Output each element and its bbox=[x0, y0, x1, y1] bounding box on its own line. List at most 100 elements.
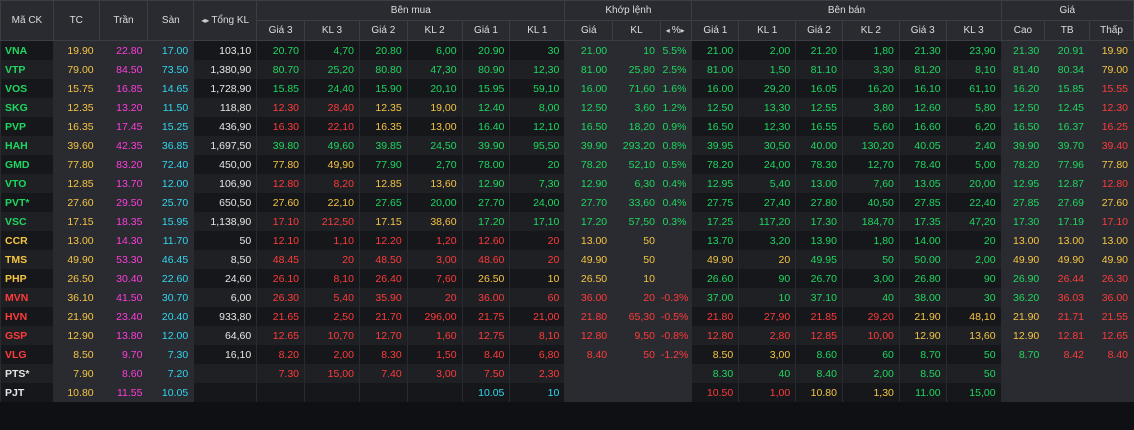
cell-sell-vol-3: 23,90 bbox=[945, 40, 1002, 60]
cell-buy-vol-3: 20 bbox=[304, 250, 360, 269]
col-buy-gia1[interactable]: Giá 1 bbox=[461, 20, 511, 41]
cell-symbol[interactable]: PVT* bbox=[0, 193, 54, 212]
cell-buy-vol-2: 24,50 bbox=[406, 136, 463, 155]
cell-tc: 12.35 bbox=[52, 98, 100, 117]
col-sell-kl1[interactable]: KL 1 bbox=[738, 20, 797, 41]
cell-high: 39.90 bbox=[1000, 136, 1046, 155]
cell-buy-price-1: 8.40 bbox=[461, 345, 511, 364]
cell-high: 49.90 bbox=[1000, 250, 1046, 269]
cell-match-vol: 18,20 bbox=[612, 117, 661, 136]
cell-tran: 17.45 bbox=[98, 117, 149, 136]
cell-symbol[interactable]: VTO bbox=[0, 174, 54, 193]
cell-sell-vol-2: 12,70 bbox=[841, 155, 900, 174]
cell-tc: 13.00 bbox=[52, 231, 100, 250]
table-row[interactable]: VNA 19.90 22.80 17.00 103,10 20.70 4,70 20.80 6,… bbox=[0, 40, 1134, 60]
table-row[interactable]: GSP 12.90 13.80 12.00 64,60 12.65 10,70 12.70 1,… bbox=[0, 326, 1134, 345]
cell-tran: 18.35 bbox=[98, 212, 149, 231]
cell-symbol[interactable]: VTP bbox=[0, 60, 54, 79]
pct-sort-icon-right[interactable]: ▸ bbox=[681, 26, 685, 35]
cell-symbol[interactable]: MVN bbox=[0, 288, 54, 307]
table-row[interactable]: HVN 21.90 23.40 20.40 933,80 21.65 2,50 21.70 29… bbox=[0, 307, 1134, 326]
cell-buy-price-2: 80.80 bbox=[358, 60, 408, 79]
col-cao[interactable]: Cao bbox=[1000, 20, 1046, 41]
cell-symbol[interactable]: TMS bbox=[0, 250, 54, 269]
cell-symbol[interactable]: PHP bbox=[0, 269, 54, 288]
table-row[interactable]: PTS* 7.90 8.60 7.20 7.30 15,00 7.40 3,00 7.50 2,3… bbox=[0, 364, 1134, 383]
col-thap[interactable]: Thấp bbox=[1089, 20, 1134, 41]
col-sell-kl2[interactable]: KL 2 bbox=[841, 20, 900, 41]
cell-symbol[interactable]: GMD bbox=[0, 155, 54, 174]
cell-symbol[interactable]: PVP bbox=[0, 117, 54, 136]
col-buy-gia3[interactable]: Giá 3 bbox=[256, 20, 306, 41]
pct-sort-icon[interactable]: ◂ bbox=[666, 26, 670, 35]
cell-low: 39.40 bbox=[1089, 136, 1134, 155]
cell-symbol[interactable]: CCR bbox=[0, 231, 54, 250]
cell-symbol[interactable]: VNA bbox=[0, 40, 54, 60]
cell-sell-price-2: 21.85 bbox=[795, 307, 843, 326]
cell-buy-vol-2: 3,00 bbox=[406, 364, 463, 383]
cell-tc: 79.00 bbox=[52, 60, 100, 79]
cell-buy-price-3: 27.60 bbox=[256, 193, 306, 212]
cell-buy-price-2: 26.40 bbox=[358, 269, 408, 288]
col-buy-kl1[interactable]: KL 1 bbox=[509, 20, 566, 41]
cell-symbol[interactable]: HAH bbox=[0, 136, 54, 155]
table-row[interactable]: GMD 77.80 83.20 72.40 450,00 77.80 49,90 77.90 2… bbox=[0, 155, 1134, 174]
cell-match-price: 26.50 bbox=[564, 269, 614, 288]
cell-symbol[interactable]: VOS bbox=[0, 79, 54, 98]
col-tran[interactable]: Trần bbox=[98, 0, 149, 41]
cell-tran: 23.40 bbox=[98, 307, 149, 326]
col-sell-gia2[interactable]: Giá 2 bbox=[795, 20, 843, 41]
table-row[interactable]: VTP 79.00 84.50 73.50 1,380,90 80.70 25,20 80.8… bbox=[0, 60, 1134, 79]
col-tc[interactable]: TC bbox=[52, 0, 100, 41]
col-buy-gia2[interactable]: Giá 2 bbox=[358, 20, 408, 41]
col-match-pct[interactable]: ◂ %▸ bbox=[659, 20, 693, 41]
cell-san: 72.40 bbox=[147, 155, 195, 174]
col-tong-kl[interactable]: ◂▸ Tổng KL bbox=[193, 0, 258, 41]
cell-symbol[interactable]: HVN bbox=[0, 307, 54, 326]
cell-buy-vol-3: 1,10 bbox=[304, 231, 360, 250]
table-row[interactable]: PJT 10.80 11.55 10.05 10.05 10 10.50 1,00 10.80 1… bbox=[0, 383, 1134, 402]
cell-symbol[interactable]: VSC bbox=[0, 212, 54, 231]
col-sell-gia3[interactable]: Giá 3 bbox=[898, 20, 947, 41]
cell-buy-vol-1: 2,30 bbox=[509, 364, 566, 383]
col-sell-gia1[interactable]: Giá 1 bbox=[691, 20, 740, 41]
cell-buy-vol-3: 8,10 bbox=[304, 269, 360, 288]
cell-buy-vol-3: 2,50 bbox=[304, 307, 360, 326]
sort-icon[interactable]: ◂▸ bbox=[201, 16, 209, 25]
table-row[interactable]: PVP 16.35 17.45 15.25 436,90 16.30 22,10 16.35 1… bbox=[0, 117, 1134, 136]
col-buy-kl2[interactable]: KL 2 bbox=[406, 20, 463, 41]
table-row[interactable]: VSC 17.15 18.35 15.95 1,138,90 17.10 212,50 17.… bbox=[0, 212, 1134, 231]
col-match-kl[interactable]: KL bbox=[612, 20, 661, 41]
cell-buy-price-3: 8.20 bbox=[256, 345, 306, 364]
cell-symbol[interactable]: GSP bbox=[0, 326, 54, 345]
col-buy-kl3[interactable]: KL 3 bbox=[304, 20, 360, 41]
col-ma-ck[interactable]: Mã CK bbox=[0, 0, 54, 41]
cell-symbol[interactable]: SKG bbox=[0, 98, 54, 117]
cell-buy-price-1: 78.00 bbox=[461, 155, 511, 174]
table-row[interactable]: MVN 36.10 41.50 30.70 6,00 26.30 5,40 35.90 20 36… bbox=[0, 288, 1134, 307]
cell-symbol[interactable]: PTS* bbox=[0, 364, 54, 383]
table-row[interactable]: PHP 26.50 30.40 22.60 24,60 26.10 8,10 26.40 7,6… bbox=[0, 269, 1134, 288]
cell-symbol[interactable]: VLG bbox=[0, 345, 54, 364]
cell-match-vol: 6,30 bbox=[612, 174, 661, 193]
table-row[interactable]: SKG 12.35 13.20 11.50 118,80 12.30 28,40 12.35 1… bbox=[0, 98, 1134, 117]
cell-avg: 26.44 bbox=[1044, 269, 1091, 288]
table-row[interactable]: VTO 12.85 13.70 12.00 106,90 12.80 8,20 12.85 13… bbox=[0, 174, 1134, 193]
table-row[interactable]: CCR 13.00 14.30 11.70 50 12.10 1,10 12.20 1,20 12… bbox=[0, 231, 1134, 250]
cell-sell-vol-1: 10 bbox=[738, 288, 797, 307]
table-row[interactable]: HAH 39.60 42.35 36.85 1,697,50 39.80 49,60 39.8… bbox=[0, 136, 1134, 155]
col-tb[interactable]: TB bbox=[1044, 20, 1091, 41]
cell-match-pct: 0.3% bbox=[659, 212, 693, 231]
col-san[interactable]: Sàn bbox=[147, 0, 195, 41]
cell-buy-vol-2 bbox=[406, 383, 463, 402]
cell-symbol[interactable]: PJT bbox=[0, 383, 54, 402]
table-row[interactable]: PVT* 27.60 29.50 25.70 650,50 27.60 22,10 27.65… bbox=[0, 193, 1134, 212]
table-row[interactable]: VLG 8.50 9.70 7.30 16,10 8.20 2,00 8.30 1,50 8.40… bbox=[0, 345, 1134, 364]
table-row[interactable]: VOS 15.75 16.85 14.65 1,728,90 15.85 24,40 15.9… bbox=[0, 79, 1134, 98]
col-sell-kl3[interactable]: KL 3 bbox=[945, 20, 1002, 41]
table-row[interactable]: TMS 49.90 53.30 46.45 8,50 48.45 20 48.50 3,00 48… bbox=[0, 250, 1134, 269]
cell-tc: 16.35 bbox=[52, 117, 100, 136]
col-match-gia[interactable]: Giá bbox=[564, 20, 614, 41]
cell-sell-vol-3: 2,00 bbox=[945, 250, 1002, 269]
cell-high: 36.20 bbox=[1000, 288, 1046, 307]
